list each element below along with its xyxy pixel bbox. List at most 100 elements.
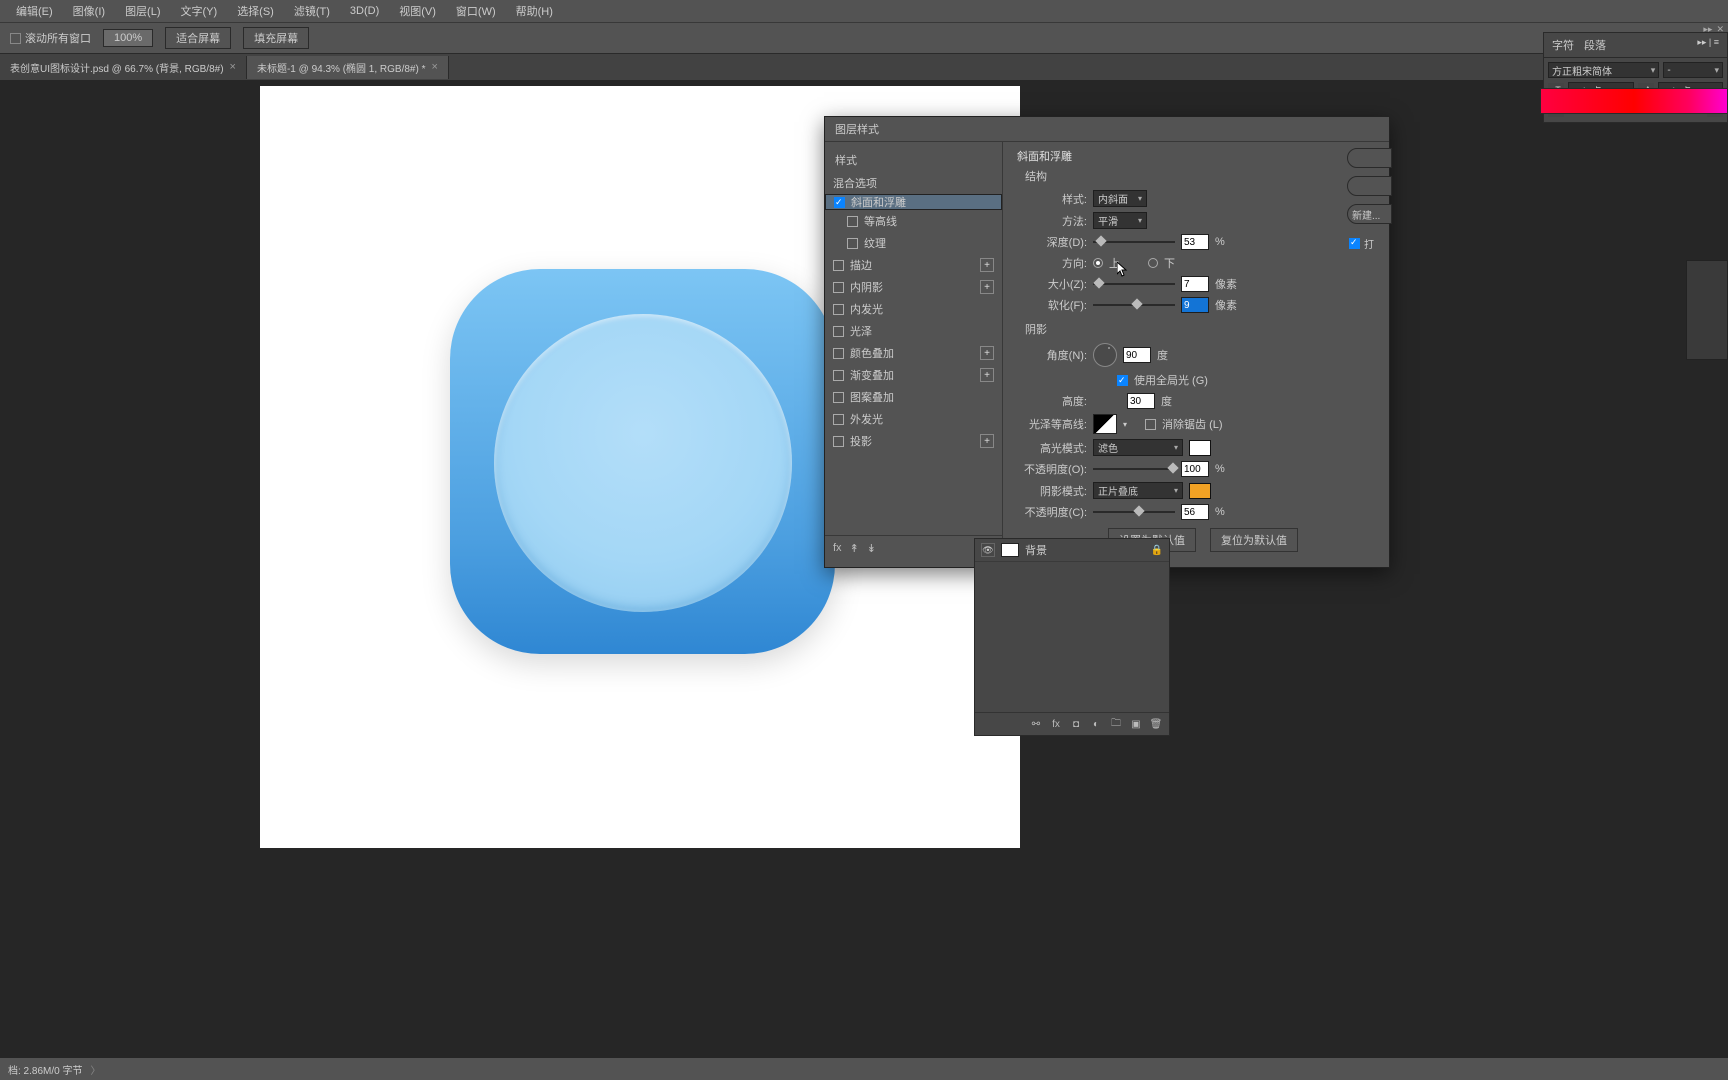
style-inner-shadow[interactable]: 内阴影 +: [825, 276, 1002, 298]
fx-icon[interactable]: fx: [1049, 717, 1063, 731]
highlight-opacity-slider[interactable]: [1093, 464, 1175, 474]
shadow-color-swatch[interactable]: [1189, 483, 1211, 499]
doc-tab-2[interactable]: 未标题-1 @ 94.3% (椭圆 1, RGB/8#) * ×: [247, 56, 449, 79]
menu-3d[interactable]: 3D(D): [340, 3, 389, 19]
style-contour[interactable]: 等高线: [825, 210, 1002, 232]
menu-window[interactable]: 窗口(W): [446, 1, 506, 21]
menu-image[interactable]: 图像(I): [63, 1, 115, 21]
doc-tab-1[interactable]: 表创意UI图标设计.psd @ 66.7% (背景, RGB/8#) ×: [0, 56, 247, 79]
shadow-opacity-slider[interactable]: [1093, 507, 1175, 517]
style-color-overlay[interactable]: 颜色叠加 +: [825, 342, 1002, 364]
font-family-select[interactable]: 方正粗宋简体▾: [1548, 62, 1659, 78]
rounded-square-shape[interactable]: [450, 269, 835, 654]
style-satin[interactable]: 光泽: [825, 320, 1002, 342]
add-effect-icon[interactable]: +: [980, 280, 994, 294]
ok-button[interactable]: [1347, 148, 1392, 168]
menu-type[interactable]: 文字(Y): [171, 1, 228, 21]
menu-layer[interactable]: 图层(L): [115, 1, 170, 21]
add-effect-icon[interactable]: +: [980, 434, 994, 448]
tab-character[interactable]: 字符: [1552, 37, 1574, 53]
technique-select[interactable]: 平滑▾: [1093, 212, 1147, 229]
circle-shape[interactable]: [494, 314, 792, 612]
style-outer-glow[interactable]: 外发光: [825, 408, 1002, 430]
style-drop-shadow[interactable]: 投影 +: [825, 430, 1002, 452]
checkbox-icon[interactable]: [847, 238, 858, 249]
reset-default-button[interactable]: 复位为默认值: [1210, 528, 1298, 552]
style-stroke[interactable]: 描边 +: [825, 254, 1002, 276]
close-icon[interactable]: ×: [230, 61, 236, 73]
tab-paragraph[interactable]: 段落: [1584, 37, 1606, 53]
checkbox-icon[interactable]: [833, 282, 844, 293]
panel-collapse-icon[interactable]: ▸▸ | ≡: [1697, 37, 1719, 53]
fit-screen-button[interactable]: 适合屏幕: [165, 27, 231, 49]
menu-edit[interactable]: 编辑(E): [6, 1, 63, 21]
fx-icon[interactable]: fx: [833, 542, 842, 555]
gloss-contour-picker[interactable]: [1093, 414, 1117, 434]
checkbox-icon[interactable]: [834, 197, 845, 208]
menu-view[interactable]: 视图(V): [389, 1, 446, 21]
mask-icon[interactable]: ◘: [1069, 717, 1083, 731]
shadow-opacity-input[interactable]: [1181, 504, 1209, 520]
trash-icon[interactable]: 🗑: [1149, 717, 1163, 731]
size-input[interactable]: [1181, 276, 1209, 292]
direction-down-radio[interactable]: [1148, 258, 1158, 268]
close-icon[interactable]: ×: [432, 61, 438, 73]
soften-slider[interactable]: [1093, 300, 1175, 310]
new-layer-icon[interactable]: ▣: [1129, 717, 1143, 731]
add-effect-icon[interactable]: +: [980, 258, 994, 272]
depth-input[interactable]: [1181, 234, 1209, 250]
lock-icon[interactable]: 🔒: [1151, 545, 1163, 556]
depth-slider[interactable]: [1093, 237, 1175, 247]
up-arrow-icon[interactable]: ↟: [850, 542, 859, 555]
highlight-mode-select[interactable]: 滤色▾: [1093, 439, 1183, 456]
anti-alias-check[interactable]: [1145, 419, 1156, 430]
folder-icon[interactable]: 🗀: [1109, 717, 1123, 731]
link-icon[interactable]: ⚯: [1029, 717, 1043, 731]
bevel-style-select[interactable]: 内斜面▾: [1093, 190, 1147, 207]
angle-input[interactable]: [1123, 347, 1151, 363]
soften-input[interactable]: [1181, 297, 1209, 313]
checkbox-icon[interactable]: [833, 348, 844, 359]
color-ramp[interactable]: [1540, 88, 1728, 114]
preview-check[interactable]: 打: [1347, 236, 1392, 251]
style-gradient-overlay[interactable]: 渐变叠加 +: [825, 364, 1002, 386]
highlight-opacity-input[interactable]: [1181, 461, 1209, 477]
add-effect-icon[interactable]: +: [980, 346, 994, 360]
checkbox-icon[interactable]: [833, 414, 844, 425]
chevron-right-icon[interactable]: 〉: [90, 1062, 100, 1077]
style-inner-glow[interactable]: 内发光: [825, 298, 1002, 320]
size-slider[interactable]: [1093, 279, 1175, 289]
scroll-all-windows-check[interactable]: 滚动所有窗口: [10, 30, 91, 46]
style-pattern-overlay[interactable]: 图案叠加: [825, 386, 1002, 408]
down-arrow-icon[interactable]: ↡: [867, 542, 876, 555]
checkbox-icon[interactable]: [833, 436, 844, 447]
adjustment-icon[interactable]: ◐: [1089, 717, 1103, 731]
global-light-check[interactable]: [1117, 375, 1128, 386]
checkbox-icon[interactable]: [833, 392, 844, 403]
style-texture[interactable]: 纹理: [825, 232, 1002, 254]
layer-background[interactable]: 👁 背景 🔒: [975, 539, 1169, 562]
fill-screen-button[interactable]: 填充屏幕: [243, 27, 309, 49]
zoom-100-button[interactable]: 100%: [103, 29, 153, 47]
font-style-select[interactable]: -▾: [1663, 62, 1723, 78]
altitude-input[interactable]: [1127, 393, 1155, 409]
blending-options-item[interactable]: 混合选项: [825, 172, 1002, 194]
layer-thumbnail[interactable]: [1001, 543, 1019, 557]
direction-up-radio[interactable]: [1093, 258, 1103, 268]
checkbox-icon[interactable]: [833, 260, 844, 271]
style-bevel-emboss[interactable]: 斜面和浮雕: [825, 194, 1002, 210]
checkbox-icon[interactable]: [833, 326, 844, 337]
menu-filter[interactable]: 滤镜(T): [284, 1, 340, 21]
checkbox-icon[interactable]: [847, 216, 858, 227]
checkbox-icon[interactable]: [833, 370, 844, 381]
shadow-mode-select[interactable]: 正片叠底▾: [1093, 482, 1183, 499]
checkbox-icon[interactable]: [833, 304, 844, 315]
visibility-icon[interactable]: 👁: [981, 543, 995, 557]
cancel-button[interactable]: [1347, 176, 1392, 196]
add-effect-icon[interactable]: +: [980, 368, 994, 382]
angle-dial[interactable]: [1093, 343, 1117, 367]
menu-help[interactable]: 帮助(H): [506, 1, 563, 21]
highlight-color-swatch[interactable]: [1189, 440, 1211, 456]
menu-select[interactable]: 选择(S): [227, 1, 284, 21]
new-style-button[interactable]: 新建...: [1347, 204, 1392, 224]
